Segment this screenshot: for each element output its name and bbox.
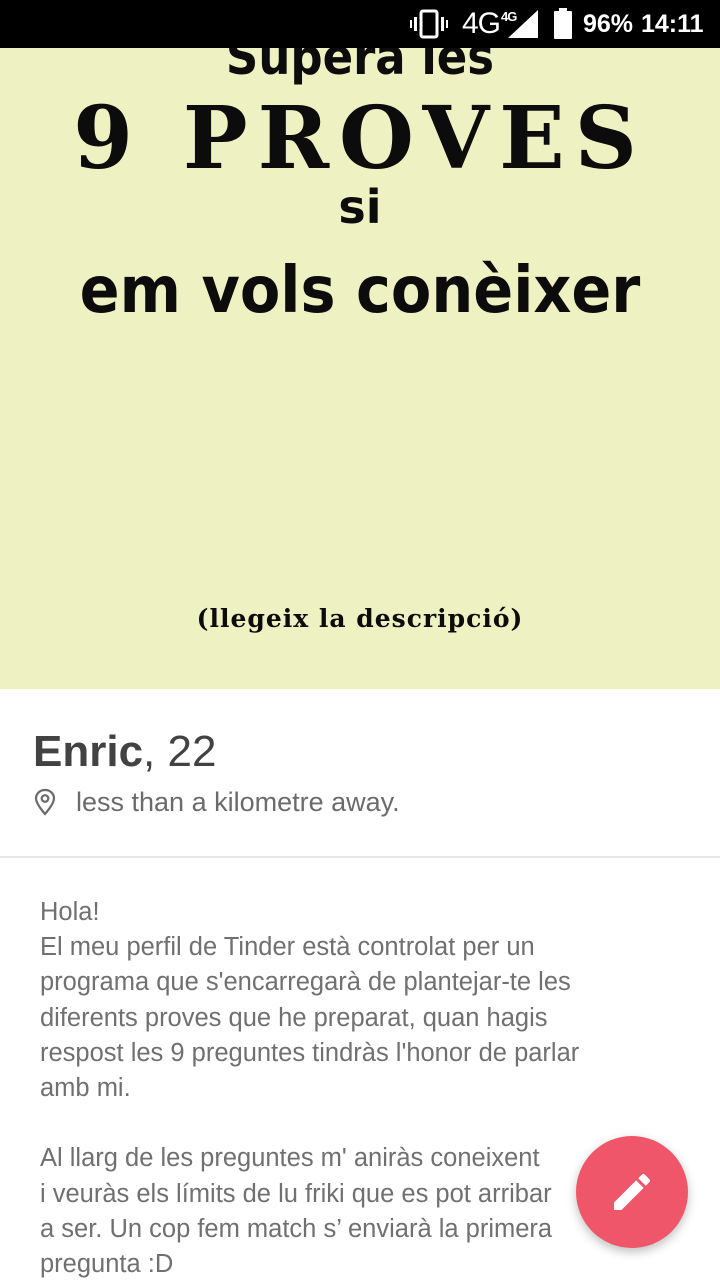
photo-text-line: em vols conèixer xyxy=(79,254,641,328)
profile-age: 22 xyxy=(167,727,217,776)
vibrate-icon xyxy=(410,0,448,48)
signal-icon xyxy=(505,0,539,48)
battery-percentage: 96% xyxy=(583,9,634,38)
bio-line: respost les 9 preguntes tindràs l'honor … xyxy=(40,1038,580,1067)
bio-line: amb mi. xyxy=(40,1073,131,1102)
bio-line: Hola! xyxy=(40,898,100,926)
bio-line: programa que s'encarregarà de plantejar-… xyxy=(40,968,571,997)
status-bar: 4G 4G 96% 14:11 xyxy=(0,0,720,48)
photo-text-line: Supera les xyxy=(225,48,495,86)
bio-line: El meu perfil de Tinder està controlat p… xyxy=(40,933,535,962)
photo-text-line: si xyxy=(338,180,382,234)
pencil-icon xyxy=(614,1173,651,1210)
profile-name: Enric xyxy=(33,727,144,776)
profile-header: Enric, 22 less than a kilometre away. xyxy=(0,689,720,856)
divider xyxy=(0,856,720,858)
photo-text-line: (llegeix la descripció) xyxy=(196,604,524,633)
location-row: less than a kilometre away. xyxy=(33,785,400,819)
profile-photo[interactable]: Supera les 9 PROVES si em vols conèixer … xyxy=(0,48,720,689)
distance-text: less than a kilometre away. xyxy=(76,786,400,817)
network-label: 4G xyxy=(462,7,501,40)
bio-line xyxy=(40,1106,680,1141)
clock: 14:11 xyxy=(641,9,704,38)
location-pin-icon xyxy=(34,788,56,816)
bio-line: pregunta :D xyxy=(40,1249,174,1278)
photo-text-line: 9 PROVES xyxy=(73,88,647,189)
edit-button[interactable] xyxy=(576,1136,688,1248)
name-age-separator: , xyxy=(143,727,168,776)
name-age: Enric, 22 xyxy=(33,727,216,777)
bio-text: Hola! El meu perfil de Tinder està contr… xyxy=(40,895,680,1282)
battery-icon xyxy=(553,0,573,48)
bio-line: diferents proves que he preparat, quan h… xyxy=(40,1003,548,1032)
